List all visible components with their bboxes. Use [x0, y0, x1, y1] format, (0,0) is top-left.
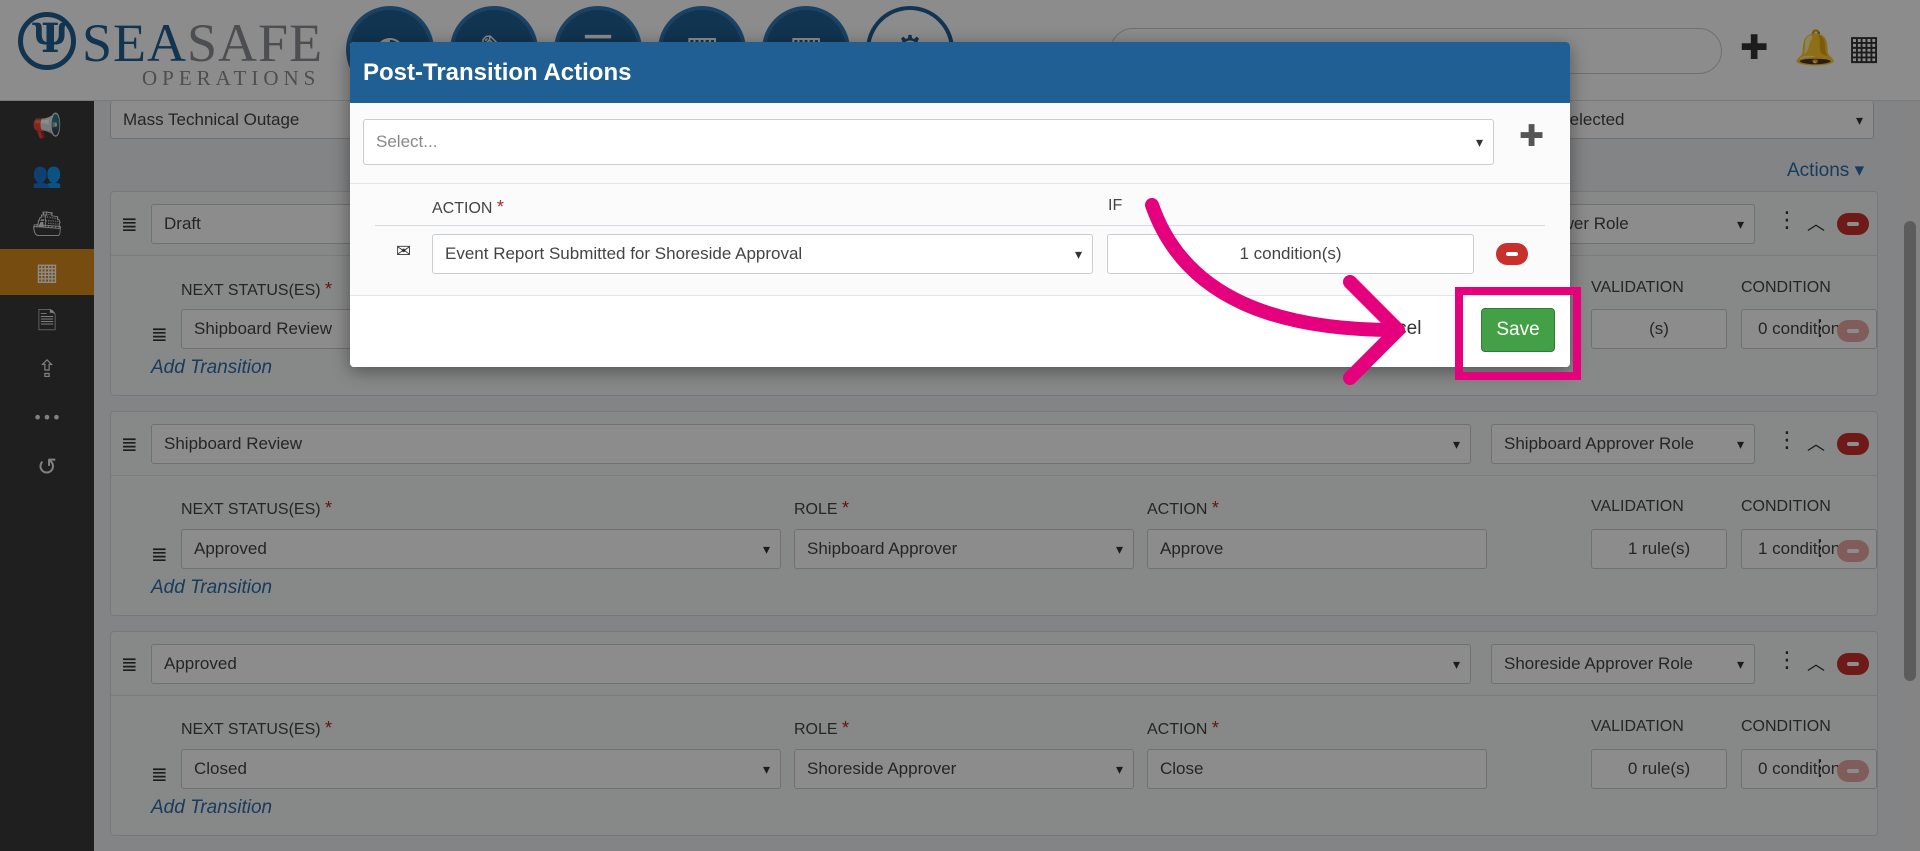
- required-marker: *: [496, 197, 504, 217]
- modal-if-column-label: IF: [1108, 197, 1122, 215]
- action-picker-select[interactable]: Select...: [363, 119, 1494, 165]
- remove-action-button[interactable]: [1496, 243, 1528, 265]
- add-action-icon[interactable]: ✚: [1519, 119, 1544, 154]
- modal-action-value: Event Report Submitted for Shoreside App…: [445, 244, 803, 263]
- modal-header: Post-Transition Actions: [350, 42, 1570, 103]
- pointer-arrow: [1145, 198, 1405, 385]
- divider: [350, 183, 1570, 184]
- label-text: IF: [1108, 197, 1123, 214]
- modal-action-column-label: ACTION *: [432, 197, 504, 218]
- label-text: ACTION: [432, 200, 493, 217]
- action-picker-placeholder: Select...: [376, 132, 438, 151]
- modal-title: Post-Transition Actions: [363, 59, 632, 86]
- arrow-shaft: [1145, 198, 1402, 337]
- modal-action-select[interactable]: Event Report Submitted for Shoreside App…: [432, 234, 1093, 274]
- envelope-icon: ✉: [396, 241, 412, 262]
- save-highlight-box: [1455, 287, 1581, 380]
